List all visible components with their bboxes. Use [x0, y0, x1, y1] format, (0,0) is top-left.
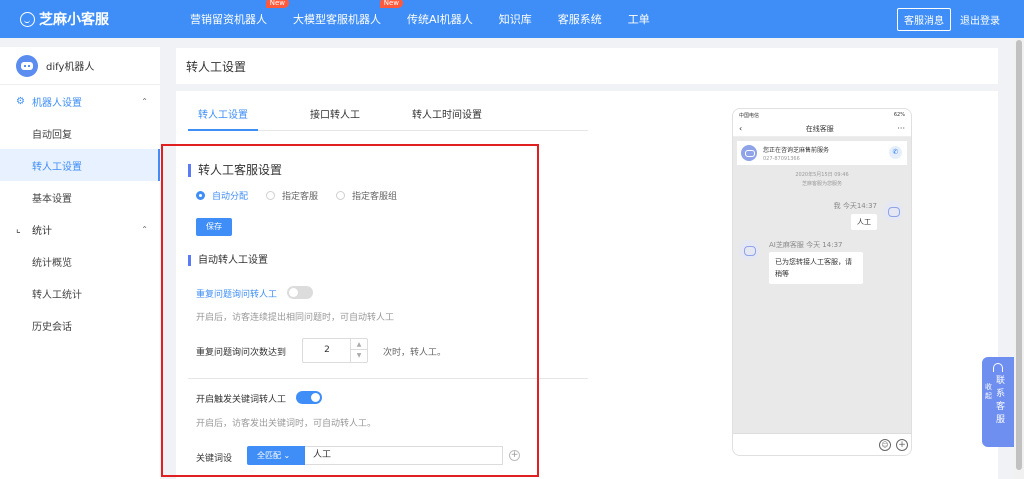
logout-link[interactable]: 退出登录	[960, 12, 1000, 27]
plus-icon: +	[896, 439, 908, 451]
nav-item-llm-robot[interactable]: 大模型客服机器人 New	[293, 0, 403, 27]
phone-call-icon: ✆	[889, 146, 902, 159]
collapse-link[interactable]: 收起	[985, 383, 993, 401]
radio-specific-group[interactable]: 指定客服组	[336, 189, 397, 202]
keyword-transfer-label: 开启触发关键词转人工	[196, 395, 287, 405]
smile-logo-icon	[20, 11, 35, 27]
nav-item-marketing-robot[interactable]: 营销留资机器人 New	[190, 0, 289, 27]
phone-status-bar: 中国电信 62%	[733, 109, 911, 121]
banner-phone: 027-87091366	[763, 155, 800, 162]
menu-group-statistics[interactable]: ⌞ 统计 ⌃	[0, 213, 160, 245]
decrement-icon[interactable]: ▼	[351, 350, 367, 361]
tab-api-transfer[interactable]: 接口转人工	[300, 105, 360, 131]
chat-preview-phone: 中国电信 62% ‹ 在线客服 ··· 您正在咨询芝麻售前服务 027-8709…	[732, 108, 912, 456]
new-badge: New	[379, 0, 403, 8]
robot-name: dify机器人	[46, 62, 95, 73]
robot-selector[interactable]: dify机器人	[0, 47, 160, 85]
visitor-avatar-icon	[883, 201, 903, 221]
keyword-transfer-toggle[interactable]	[296, 391, 322, 404]
ai-meta: AI芝麻客服 今天 14:37	[769, 241, 843, 249]
repeat-count-label: 重复问题询问次数达到	[196, 348, 287, 358]
chevron-down-icon: ⌄	[283, 451, 291, 460]
more-icon: ···	[897, 124, 905, 133]
nav-item-knowledge-base[interactable]: 知识库	[499, 11, 532, 27]
sidebar-item-auto-reply[interactable]: 自动回复	[0, 117, 160, 149]
contact-label: 联系客服	[996, 376, 1006, 425]
tab-bar: 转人工设置 接口转人工 转人工时间设置	[188, 105, 588, 131]
divider	[188, 378, 588, 379]
service-avatar-icon	[741, 145, 757, 161]
nav-item-traditional-ai[interactable]: 传统AI机器人	[407, 11, 473, 27]
sidebar-item-stats-overview[interactable]: 统计概览	[0, 245, 160, 277]
consult-banner: 您正在咨询芝麻售前服务 027-87091366 ✆	[737, 141, 907, 165]
phone-nav-bar: ‹ 在线客服 ···	[733, 121, 911, 137]
ai-message: 已为您转接人工客服，请稍等	[769, 252, 863, 284]
match-mode-select[interactable]: 全匹配 ⌄	[247, 446, 305, 465]
sidebar-item-basic-settings[interactable]: 基本设置	[0, 181, 160, 213]
transfer-section-title: 转人工客服设置	[188, 164, 282, 177]
tab-transfer-settings[interactable]: 转人工设置	[188, 105, 258, 131]
back-icon: ‹	[739, 124, 743, 133]
repeat-question-toggle[interactable]	[287, 286, 313, 299]
chart-icon: ⌞	[16, 223, 21, 235]
new-badge: New	[265, 0, 289, 8]
radio-auto-assign[interactable]: 自动分配	[196, 189, 248, 202]
chat-title: 在线客服	[805, 124, 834, 133]
nav-item-ticket[interactable]: 工单	[628, 11, 650, 27]
repeat-count-stepper[interactable]: 2 ▲ ▼	[302, 338, 368, 363]
save-button[interactable]: 保存	[196, 218, 232, 236]
chevron-up-icon: ⌃	[141, 96, 148, 106]
repeat-question-hint: 开启后，访客连续提出相同问题时，可自动转人工	[196, 313, 395, 323]
tab-transfer-time[interactable]: 转人工时间设置	[402, 105, 482, 131]
repeat-question-label: 重复问题询问转人工	[196, 290, 278, 300]
increment-icon[interactable]: ▲	[351, 339, 367, 350]
ai-avatar-icon	[739, 240, 759, 260]
auto-transfer-title: 自动转人工设置	[188, 255, 268, 266]
sidebar-item-chat-history[interactable]: 历史会话	[0, 309, 160, 341]
keyword-transfer-hint: 开启后，访客发出关键词时，可自动转人工。	[196, 419, 377, 429]
top-navbar: 芝麻小客服 营销留资机器人 New 大模型客服机器人 New 传统AI机器人 知识库…	[0, 0, 1024, 38]
add-keyword-icon[interactable]: +	[509, 450, 520, 461]
sidebar-item-transfer-stats[interactable]: 转人工统计	[0, 277, 160, 309]
chat-input-bar: ☺ +	[733, 433, 911, 455]
menu-group-robot-settings[interactable]: ⚙ 机器人设置 ⌃	[0, 85, 160, 117]
gear-icon: ⚙	[16, 95, 25, 107]
keyword-input[interactable]: 人工	[305, 446, 503, 465]
repeat-count-suffix: 次时，转人工。	[383, 348, 447, 358]
contact-service-float[interactable]: 收起 联系客服	[982, 357, 1014, 447]
visitor-message: 人工	[851, 214, 877, 230]
chevron-up-icon: ⌃	[141, 224, 148, 234]
brand-logo[interactable]: 芝麻小客服	[20, 9, 190, 29]
brand-name: 芝麻小客服	[39, 12, 109, 28]
chat-timestamp: 2020年5月15日 09:46	[795, 172, 849, 178]
keyword-field-label: 关键词设	[196, 454, 233, 464]
repeat-count-value[interactable]: 2	[303, 339, 351, 362]
nav-item-service-system[interactable]: 客服系统	[558, 11, 602, 27]
service-message-button[interactable]: 客服消息	[897, 8, 951, 31]
assign-mode-radio-group: 自动分配 指定客服 指定客服组	[196, 189, 415, 202]
sidebar: dify机器人 ⚙ 机器人设置 ⌃ 自动回复 转人工设置 基本设置 ⌞ 统计 ⌃…	[0, 47, 160, 479]
visitor-meta: 我 今天14:37	[833, 202, 877, 210]
robot-avatar-icon	[16, 54, 38, 77]
page-title: 转人工设置	[176, 48, 998, 84]
sidebar-item-transfer-settings[interactable]: 转人工设置	[0, 149, 160, 181]
emoji-icon: ☺	[879, 439, 891, 451]
radio-specific-agent[interactable]: 指定客服	[266, 189, 318, 202]
page-scrollbar[interactable]	[1014, 38, 1024, 479]
headset-icon	[993, 363, 1003, 372]
banner-title: 您正在咨询芝麻售前服务	[763, 146, 830, 154]
chat-service-note: 芝麻客服为您服务	[801, 181, 842, 187]
